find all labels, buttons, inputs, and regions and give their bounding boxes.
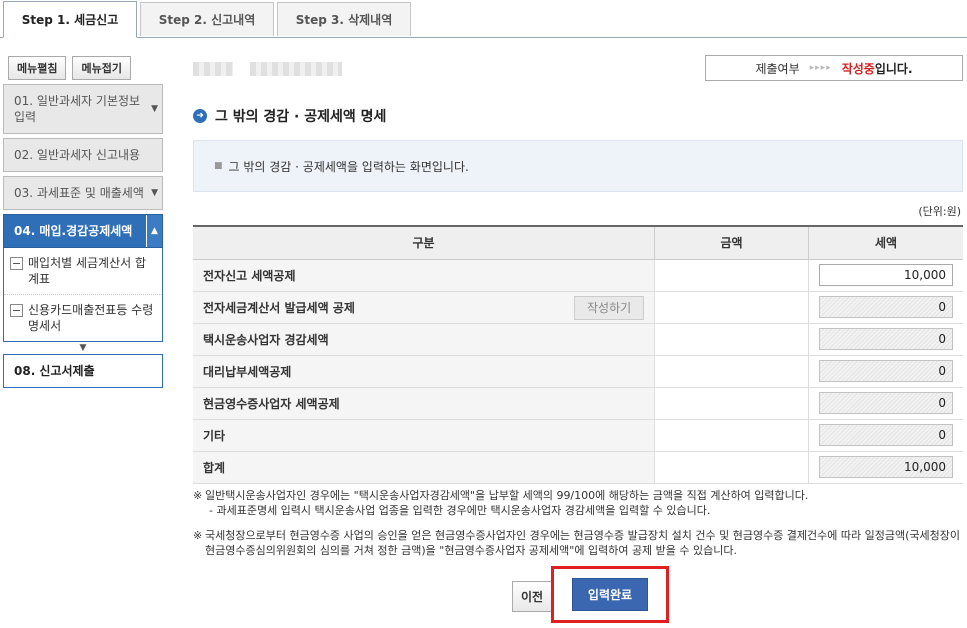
sidebar-item-basic-info[interactable]: 01. 일반과세자 기본정보입력 ▼ — [3, 84, 163, 134]
arrow-circle-icon: ➜ — [193, 109, 207, 123]
table-row: 대리납부세액공제 0 — [193, 355, 963, 388]
row-label: 택시운송사업자 경감세액 — [193, 323, 655, 356]
menu-toggle-buttons: 메뉴펼침 메뉴접기 — [8, 56, 131, 80]
minus-box-icon — [10, 304, 23, 317]
table-header-row: 구분 금액 세액 — [193, 226, 963, 260]
column-header: 세액 — [807, 226, 963, 260]
tax-cell: 0 — [807, 387, 963, 420]
tax-input-cash-receipt: 0 — [818, 392, 953, 414]
note-cash-receipt: ※ 국세청장으로부터 현금영수증 사업의 승인을 얻은 현금영수증사업자인 경우… — [193, 528, 963, 558]
note-text: 일반택시운송사업자인 경우에는 "택시운송사업자경감세액"을 납부할 세액의 9… — [205, 489, 809, 502]
deduction-table: 구분 금액 세액 전자신고 세액공제 10,000 전자세금계산서 발급세액 공… — [193, 225, 963, 484]
amount-cell — [654, 259, 809, 292]
tax-cell: 10,000 — [807, 259, 963, 292]
amount-cell — [654, 323, 809, 356]
redacted-text — [250, 62, 342, 76]
amount-cell — [654, 419, 809, 452]
column-header: 금액 — [654, 226, 809, 260]
arrow-icons: ▸▸▸▸ — [809, 63, 832, 73]
sidebar-subitem-label: 신용카드매출전표등 수령명세서 — [28, 303, 154, 333]
amount-cell — [654, 387, 809, 420]
status-state: 작성중 — [841, 61, 875, 76]
row-label: 전자세금계산서 발급세액 공제 — [203, 300, 355, 315]
tax-cell: 0 — [807, 323, 963, 356]
menu-collapse-button[interactable]: 메뉴접기 — [72, 56, 131, 80]
table-row: 현금영수증사업자 세액공제 0 — [193, 387, 963, 420]
submission-status: 제출여부 ▸▸▸▸ 작성중 입니다. — [705, 55, 963, 81]
tax-cell: 0 — [807, 355, 963, 388]
row-label: 전자신고 세액공제 — [193, 259, 655, 292]
section-title: ➜ 그 밖의 경감 · 공제세액 명세 — [193, 106, 386, 126]
step-tabs: Step 1. 세금신고 Step 2. 신고내역 Step 3. 삭제내역 — [0, 0, 967, 38]
sidebar-item-label: 04. 매입.경감공제세액 — [14, 224, 133, 238]
sidebar-subitem-label: 매입처별 세금계산서 합계표 — [28, 256, 147, 286]
sidebar: 01. 일반과세자 기본정보입력 ▼ 02. 일반과세자 신고내용 03. 과세… — [3, 84, 163, 392]
minus-box-icon — [10, 257, 23, 270]
table-row: 합계 10,000 — [193, 451, 963, 484]
sidebar-item-tax-base[interactable]: 03. 과세표준 및 매출세액 ▼ — [3, 176, 163, 210]
tab-step1[interactable]: Step 1. 세금신고 — [3, 1, 137, 38]
tax-input-taxi: 0 — [818, 328, 953, 350]
sidebar-item-label: 03. 과세표준 및 매출세액 — [14, 186, 144, 200]
note-text: 국세청장으로부터 현금영수증 사업의 승인을 얻은 현금영수증사업자인 경우에는… — [205, 529, 961, 557]
tax-cell: 0 — [807, 291, 963, 324]
sidebar-item-deduction[interactable]: 04. 매입.경감공제세액 ▲ — [3, 214, 163, 248]
chevron-down-icon: ▼ — [151, 185, 158, 201]
note-mark: ※ — [193, 529, 203, 542]
bullet-icon: ■ — [214, 161, 223, 171]
menu-expand-button[interactable]: 메뉴펼침 — [8, 56, 67, 80]
down-arrow-icon: ▼ — [79, 343, 87, 353]
row-label: 대리납부세액공제 — [193, 355, 655, 388]
row-label: 기타 — [193, 419, 655, 452]
write-button[interactable]: 작성하기 — [574, 295, 645, 320]
table-row: 택시운송사업자 경감세액 0 — [193, 323, 963, 356]
tax-input-e-invoice: 0 — [818, 296, 953, 318]
sidebar-item-label: 08. 신고서제출 — [14, 364, 95, 378]
column-header: 구분 — [193, 226, 655, 260]
sidebar-subitem-card-receipt[interactable]: 신용카드매출전표등 수령명세서 — [4, 295, 162, 341]
unit-label: (단위:원) — [918, 205, 961, 218]
info-text: 그 밖의 경감 · 공제세액을 입력하는 화면입니다. — [228, 159, 469, 174]
amount-cell — [654, 451, 809, 484]
sidebar-item-label: 01. 일반과세자 기본정보입력 — [14, 94, 141, 124]
note-subtext: - 과세표준명세 입력시 택시운송사업 업종을 입력한 경우에만 택시운송사업자… — [209, 504, 711, 517]
amount-cell — [654, 355, 809, 388]
highlight-box — [551, 566, 669, 623]
note-mark: ※ — [193, 489, 203, 502]
chevron-down-icon: ▼ — [151, 104, 158, 114]
note-taxi: ※ 일반택시운송사업자인 경우에는 "택시운송사업자경감세액"을 납부할 세액의… — [193, 488, 963, 518]
notes: ※ 일반택시운송사업자인 경우에는 "택시운송사업자경감세액"을 납부할 세액의… — [193, 488, 963, 564]
redacted-text — [193, 62, 233, 76]
tax-input-proxy-payment: 0 — [818, 360, 953, 382]
tax-input-other: 0 — [818, 424, 953, 446]
tax-input-e-filing[interactable]: 10,000 — [818, 264, 953, 286]
prev-button[interactable]: 이전 — [512, 581, 552, 612]
row-label: 현금영수증사업자 세액공제 — [193, 387, 655, 420]
sidebar-item-report-content[interactable]: 02. 일반과세자 신고내용 — [3, 138, 163, 172]
tab-step3[interactable]: Step 3. 삭제내역 — [277, 2, 411, 36]
table-row: 전자신고 세액공제 10,000 — [193, 259, 963, 292]
sidebar-item-submit[interactable]: 08. 신고서제출 — [3, 354, 163, 388]
sidebar-item-label: 02. 일반과세자 신고내용 — [14, 148, 141, 162]
status-label: 제출여부 — [755, 61, 800, 76]
tax-total-field: 10,000 — [818, 456, 953, 478]
table-row: 전자세금계산서 발급세액 공제 작성하기 0 — [193, 291, 963, 324]
sidebar-sub-list: 매입처별 세금계산서 합계표 신용카드매출전표등 수령명세서 — [3, 248, 163, 342]
sidebar-subitem-tax-invoice[interactable]: 매입처별 세금계산서 합계표 — [4, 248, 162, 295]
tax-cell: 0 — [807, 419, 963, 452]
row-label: 합계 — [193, 451, 655, 484]
section-title-text: 그 밖의 경감 · 공제세액 명세 — [215, 109, 387, 125]
table-row: 기타 0 — [193, 419, 963, 452]
amount-cell — [654, 291, 809, 324]
tab-step2[interactable]: Step 2. 신고내역 — [140, 2, 274, 36]
tax-cell: 10,000 — [807, 451, 963, 484]
chevron-up-icon: ▲ — [146, 215, 162, 247]
status-suffix: 입니다. — [874, 61, 913, 76]
info-box: ■ 그 밖의 경감 · 공제세액을 입력하는 화면입니다. — [193, 140, 963, 192]
row-label-cell: 전자세금계산서 발급세액 공제 작성하기 — [193, 291, 655, 324]
